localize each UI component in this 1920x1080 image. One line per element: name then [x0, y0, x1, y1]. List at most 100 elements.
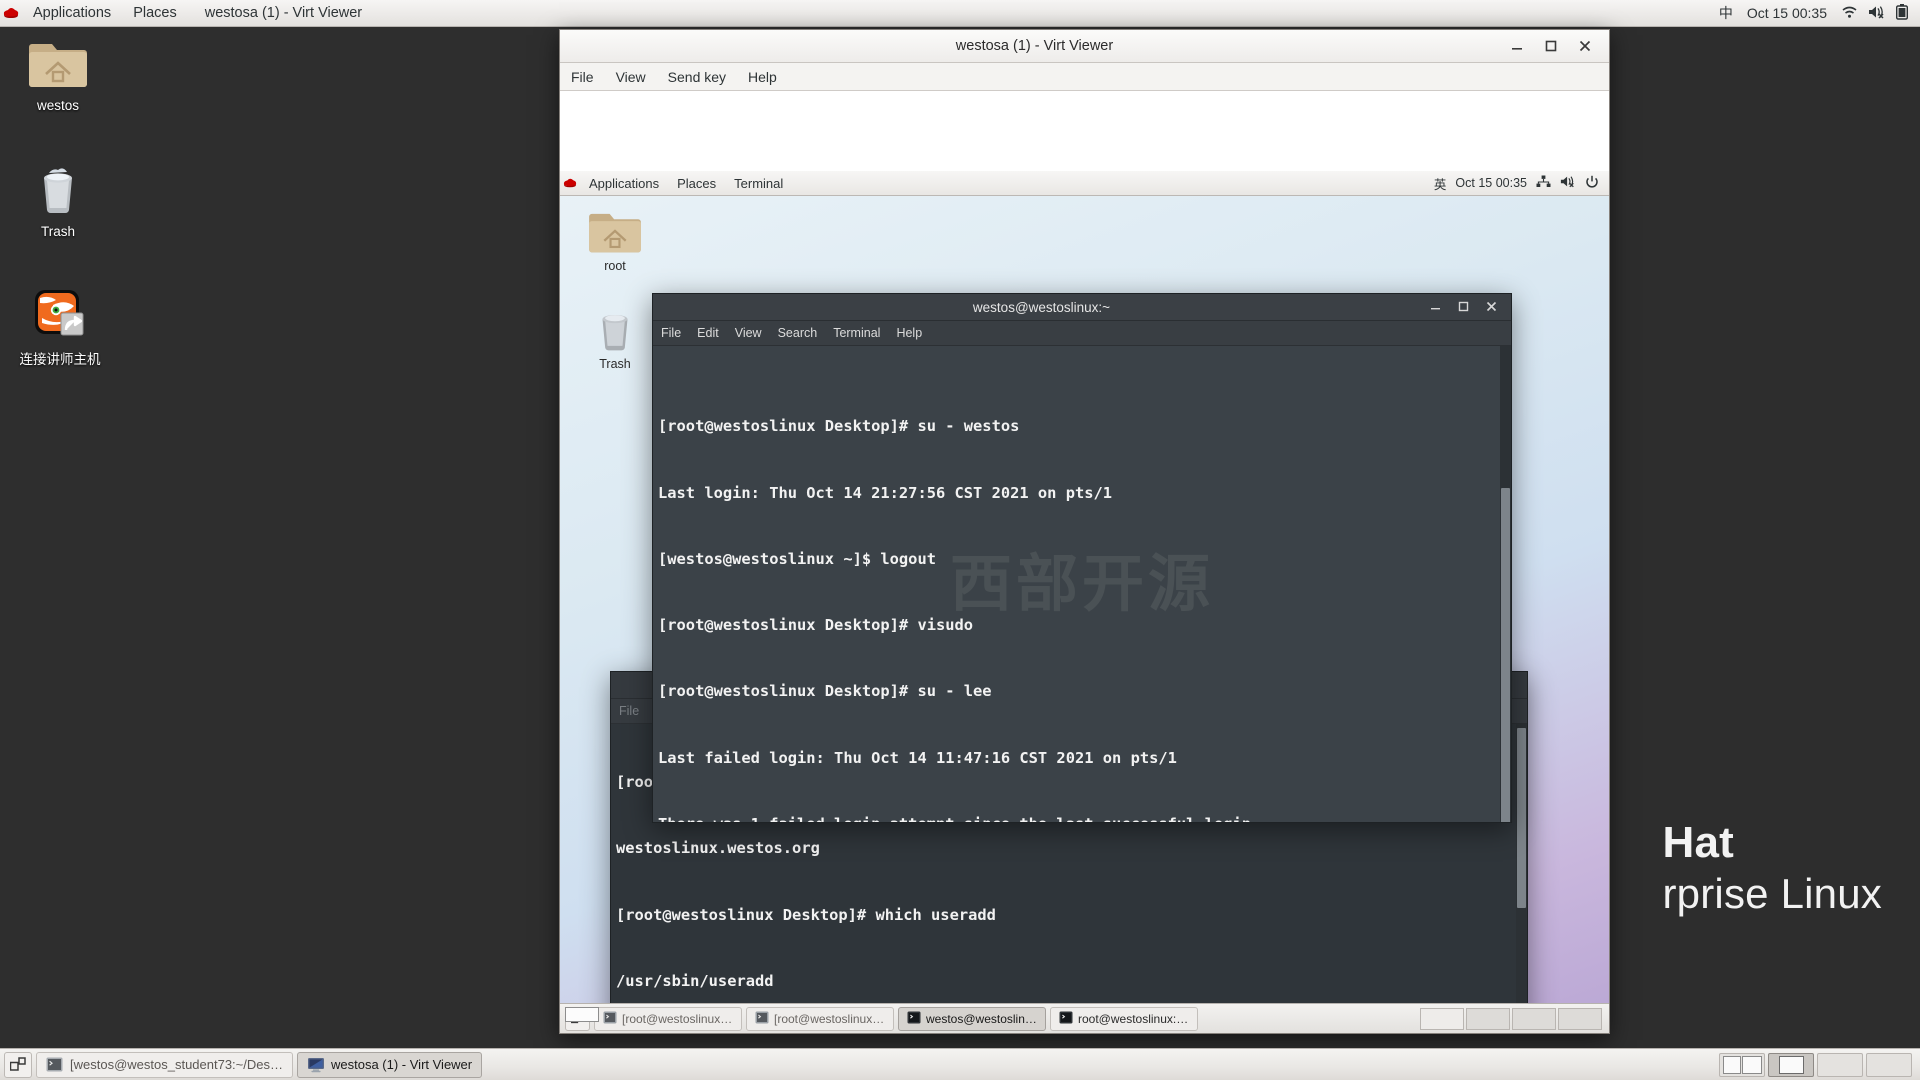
terminal-line: [root@westoslinux Desktop]# su - westos: [655, 415, 1511, 437]
guest-taskbar-button-active[interactable]: westos@westoslinux:~: [898, 1007, 1046, 1031]
scrollbar-thumb[interactable]: [1501, 488, 1510, 822]
clock-label[interactable]: Oct 15 00:35: [1747, 5, 1827, 21]
guest-taskbar-button-label: [root@westoslinux:~/…: [774, 1012, 885, 1026]
terminal-line: [root@westoslinux Desktop]# which userad…: [613, 904, 1527, 926]
workspace-switcher-1[interactable]: [1420, 1008, 1464, 1030]
desktop-icon-westos[interactable]: westos: [10, 34, 106, 115]
places-menu[interactable]: Places: [122, 0, 188, 27]
applications-menu[interactable]: Applications: [22, 0, 122, 27]
maximize-icon[interactable]: [1458, 300, 1469, 315]
redhat-logo-icon: [560, 171, 580, 196]
host-taskbar-button-label: westosa (1) - Virt Viewer: [331, 1057, 472, 1072]
host-taskbar-button[interactable]: [westos@westos_student73:~/Des…: [36, 1052, 293, 1078]
terminal-icon: [1059, 1011, 1073, 1027]
virt-viewer-title: westosa (1) - Virt Viewer: [560, 38, 1509, 54]
guest-applications-menu[interactable]: Applications: [580, 171, 668, 196]
guest-clock-label[interactable]: Oct 15 00:35: [1455, 176, 1527, 190]
home-folder-icon: [10, 34, 106, 94]
guest-taskbar-button-label: [root@westoslinux:~/…: [622, 1012, 733, 1026]
guest-taskbar-button[interactable]: [root@westoslinux:~/…: [746, 1007, 894, 1031]
guest-workspace-pager[interactable]: [1420, 1008, 1604, 1030]
guest-system-tray: 英 Oct 15 00:35: [1434, 174, 1609, 193]
menu-help[interactable]: Help: [737, 63, 788, 91]
menu-file[interactable]: File: [560, 63, 605, 91]
terminal-front-scrollbar[interactable]: [1500, 346, 1511, 822]
terminal-icon: [603, 1011, 617, 1027]
guest-top-panel: Applications Places Terminal 英 Oct 15 00…: [560, 171, 1609, 196]
workspace-switcher-2[interactable]: [1768, 1053, 1814, 1077]
virt-viewer-titlebar[interactable]: westosa (1) - Virt Viewer: [560, 30, 1609, 63]
workspace-switcher-4[interactable]: [1558, 1008, 1602, 1030]
menu-file[interactable]: File: [611, 699, 647, 724]
guest-active-window-menu[interactable]: Terminal: [725, 171, 792, 196]
power-icon[interactable]: [1585, 175, 1599, 192]
terminal-back-scrollbar[interactable]: [1516, 724, 1527, 1032]
wallpaper-line2: rprise Linux: [1663, 869, 1883, 919]
minimize-icon[interactable]: [1509, 38, 1525, 54]
terminal-line: There was 1 failed login attempt since t…: [655, 813, 1511, 822]
guest-volume-muted-icon[interactable]: [1560, 175, 1576, 191]
terminal-front-titlebar[interactable]: westos@westoslinux:~: [653, 294, 1511, 321]
host-taskbar-button-active[interactable]: westosa (1) - Virt Viewer: [297, 1052, 482, 1078]
terminal-line: Last login: Thu Oct 14 21:27:56 CST 2021…: [655, 482, 1511, 504]
trash-icon: [10, 160, 106, 220]
workspace-window-preview: [1742, 1056, 1762, 1074]
guest-ime-indicator-icon[interactable]: 英: [1434, 174, 1447, 193]
watermark-text: 西部开源: [950, 573, 1214, 595]
menu-file[interactable]: File: [653, 321, 689, 346]
desktop-icon-trash[interactable]: Trash: [10, 160, 106, 241]
menu-help-label: Help: [896, 326, 922, 340]
terminal-line: westoslinux.westos.org: [613, 837, 1527, 859]
terminal-window-westos[interactable]: westos@westoslinux:~: [652, 293, 1512, 823]
trash-icon: [572, 303, 658, 355]
workspace-switcher-1[interactable]: [1719, 1053, 1765, 1077]
workspace-switcher-3[interactable]: [1512, 1008, 1556, 1030]
menu-help[interactable]: Help: [888, 321, 930, 346]
vnc-viewer-shortcut-icon: [6, 288, 114, 348]
ime-indicator-icon[interactable]: 中: [1719, 3, 1733, 23]
menu-view[interactable]: View: [605, 63, 657, 91]
redhat-logo-icon: [0, 0, 22, 27]
close-icon[interactable]: [1577, 38, 1593, 54]
menu-edit[interactable]: Edit: [689, 321, 727, 346]
guest-places-label: Places: [677, 176, 716, 191]
virt-viewer-window[interactable]: westosa (1) - Virt Viewer File View Send…: [559, 29, 1610, 1034]
workspace-switcher-3[interactable]: [1817, 1053, 1863, 1077]
network-icon[interactable]: [1536, 175, 1551, 191]
menu-send-key[interactable]: Send key: [657, 63, 737, 91]
workspace-window-preview: [1779, 1056, 1804, 1074]
virt-viewer-menubar: File View Send key Help: [560, 63, 1609, 91]
menu-search[interactable]: Search: [770, 321, 826, 346]
menu-view[interactable]: View: [727, 321, 770, 346]
guest-places-menu[interactable]: Places: [668, 171, 725, 196]
wifi-icon[interactable]: [1841, 5, 1858, 22]
terminal-front-title: westos@westoslinux:~: [653, 300, 1430, 315]
virt-viewer-window-controls: [1509, 38, 1609, 54]
minimize-icon[interactable]: [1430, 300, 1441, 315]
volume-muted-icon[interactable]: [1868, 5, 1886, 22]
workspace-switcher-2[interactable]: [1466, 1008, 1510, 1030]
host-workspace-pager[interactable]: [1719, 1053, 1916, 1077]
show-desktop-icon[interactable]: [4, 1052, 32, 1078]
host-top-panel: Applications Places westosa (1) - Virt V…: [0, 0, 1920, 27]
menu-search-label: Search: [778, 326, 818, 340]
maximize-icon[interactable]: [1543, 38, 1559, 54]
guest-taskbar-button[interactable]: [root@westoslinux:~/…: [594, 1007, 742, 1031]
desktop-icon-connect-instructor-host[interactable]: 连接讲师主机: [6, 288, 114, 369]
close-icon[interactable]: [1486, 300, 1497, 315]
active-window-menu[interactable]: westosa (1) - Virt Viewer: [194, 0, 373, 27]
scrollbar-thumb[interactable]: [1517, 728, 1526, 908]
guest-desktop-icon-trash[interactable]: Trash: [572, 303, 658, 371]
host-taskbar: [westos@westos_student73:~/Des… westosa …: [0, 1048, 1920, 1080]
battery-icon[interactable]: [1896, 4, 1908, 23]
menu-file-label: File: [619, 704, 639, 718]
workspace-switcher-4[interactable]: [1866, 1053, 1912, 1077]
menu-edit-label: Edit: [697, 326, 719, 340]
menu-terminal[interactable]: Terminal: [825, 321, 888, 346]
active-window-title: westosa (1) - Virt Viewer: [205, 5, 362, 21]
guest-taskbar-button[interactable]: root@westoslinux:~/…: [1050, 1007, 1198, 1031]
guest-desktop-icon-root[interactable]: root: [572, 205, 658, 273]
terminal-front-window-controls: [1430, 300, 1511, 315]
terminal-icon: [907, 1011, 921, 1027]
terminal-front-screen[interactable]: 西部开源 [root@westoslinux Desktop]# su - we…: [653, 346, 1511, 822]
